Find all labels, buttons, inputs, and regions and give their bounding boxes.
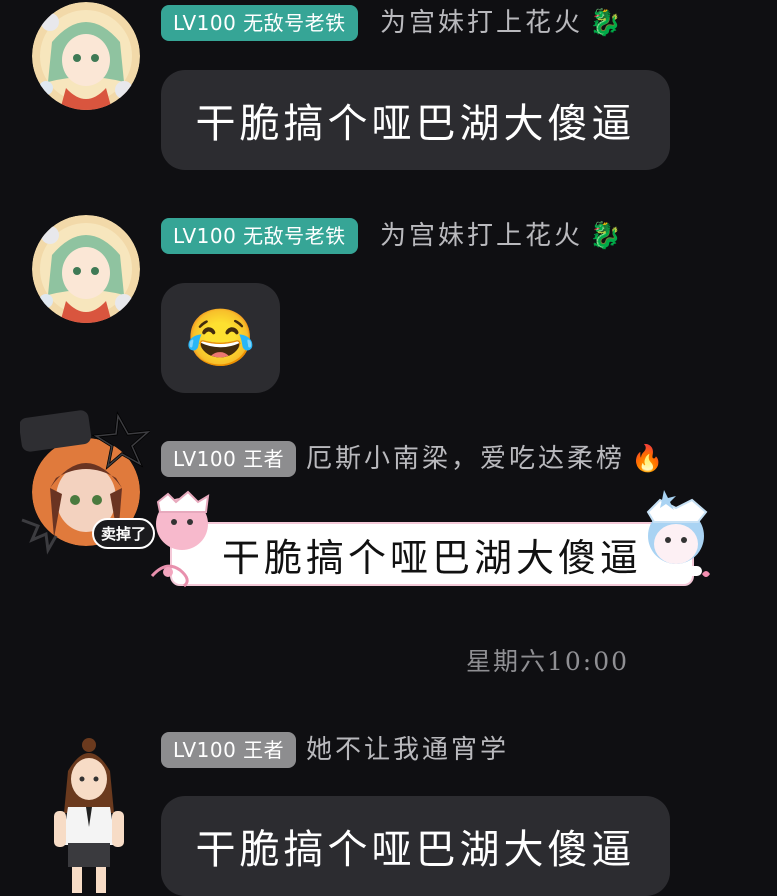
sender-nickname-text: 为宫妹打上花火 [380,8,584,38]
message-timestamp: 星期六10:00 [466,647,630,676]
chat-message-list[interactable]: LV100 无敌号老铁 为宫妹打上花火 🐉 干脆搞个哑巴湖大傻逼 LV100 无敌… [0,0,777,896]
user-level-badge: LV100 王者 [161,441,297,477]
avatar[interactable] [32,215,140,323]
sender-nickname[interactable]: 为宫妹打上花火 🐉 [380,218,621,254]
user-level-badge: LV100 无敌号老铁 [161,5,358,41]
sender-nickname-text: 厄斯小南梁，爱吃达柔榜 [306,444,626,474]
fire-icon: 🔥 [631,444,664,474]
message-bubble[interactable]: 😂 [161,283,280,393]
user-level-badge: LV100 王者 [161,732,297,768]
avatar[interactable] [46,735,132,896]
user-level-badge: LV100 无敌号老铁 [161,218,358,254]
bubble-character-left-icon [146,488,218,588]
sender-nickname[interactable]: 她不让我通宵学 [306,732,509,768]
message-bubble[interactable]: 干脆搞个哑巴湖大傻逼 [161,70,670,170]
dragon-icon: 🐉 [589,221,622,251]
sender-nickname[interactable]: 厄斯小南梁，爱吃达柔榜 🔥 [306,441,663,477]
bubble-character-right-icon [636,482,716,588]
dragon-icon: 🐉 [589,8,622,38]
message-bubble-decorated[interactable]: 干脆搞个哑巴湖大傻逼 [170,522,694,586]
avatar[interactable] [32,2,140,110]
message-bubble[interactable]: 干脆搞个哑巴湖大傻逼 [161,796,670,896]
sender-nickname-text: 她不让我通宵学 [306,735,510,765]
sender-nickname-text: 为宫妹打上花火 [380,221,584,251]
sender-nickname[interactable]: 为宫妹打上花火 🐉 [380,5,621,41]
